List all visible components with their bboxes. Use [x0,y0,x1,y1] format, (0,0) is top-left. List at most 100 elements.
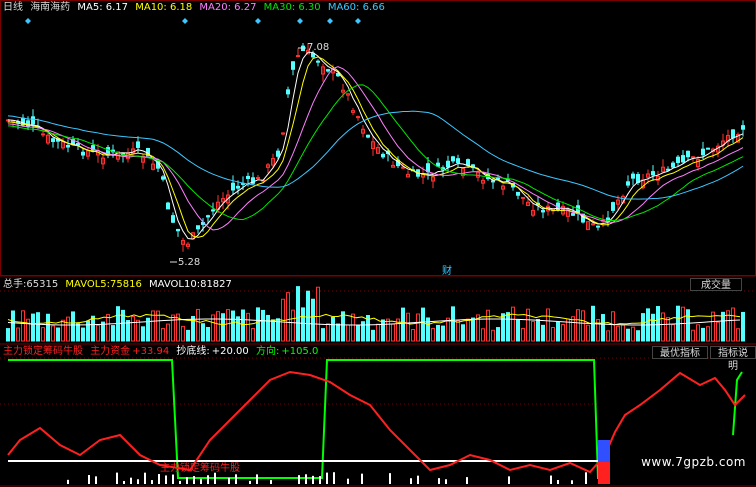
candle-body [676,156,680,163]
signal-stick [571,480,573,484]
funds-line [7,370,746,474]
candle-body [366,134,370,138]
volume-bar [231,310,235,342]
indicator-help-button[interactable]: 指标说明 [710,346,756,372]
volume-bar [561,324,565,342]
ma20-line [7,66,744,231]
volume-bar [386,318,390,342]
signal-stick [333,472,335,484]
volume-bar [586,324,590,342]
volume-bar [251,328,255,342]
best-indicator-button[interactable]: 最优指标 [652,346,708,359]
signal-stick [508,476,510,484]
signal-stick [158,474,160,484]
signal-stick [326,472,328,484]
candle-body [631,173,635,179]
volume-bar [471,317,475,342]
candle-body [731,129,735,139]
candle-body [626,181,630,186]
volume-bar [651,313,655,342]
candle-body [496,177,500,180]
volume-bar [436,324,440,342]
volume-bar [581,310,585,342]
mavol10-value: 81827 [200,279,232,290]
volume-bar [296,286,300,342]
kline-chart[interactable] [0,0,756,487]
volume-bar [311,298,315,342]
volume-bar [466,318,470,342]
signal-stick [172,474,174,484]
volume-bar [411,329,415,342]
candle-body [51,138,55,142]
finance-marker[interactable]: 财 [442,262,452,277]
volume-bar [631,326,635,342]
volume-bar [546,308,550,342]
volume-bar [71,311,75,342]
volume-bar [181,325,185,342]
signal-stick [95,476,97,484]
volume-bar [266,314,270,342]
candle-body [296,55,300,58]
signal-stick [165,475,167,484]
signal-stick [557,479,559,484]
volume-indicator-button[interactable]: 成交量 [690,278,742,291]
candle-body [611,202,615,211]
signal-stick [123,480,125,484]
signal-stick [298,475,300,484]
candle-body [171,215,175,223]
signal-stick [249,480,251,484]
signal-stick [256,474,258,484]
candle-body [41,133,45,136]
volume-bar [306,290,310,342]
volume-bar [681,306,685,342]
volume-bar [246,312,250,342]
signal-stick [347,478,349,484]
signal-stick [312,475,314,484]
volume-bar [611,311,615,342]
volume-bar [301,307,305,342]
volume-bar [721,311,725,342]
volume-bar [376,323,380,342]
volume-bar [131,316,135,342]
volume-bar [61,319,65,342]
signal-stick [438,478,440,484]
volume-bar [656,306,660,342]
watermark: www.7gpzb.com [641,455,746,469]
volume-bar [576,309,580,342]
signal-diamond-icon [355,18,361,24]
signal-block [598,440,610,462]
volume-bar [636,330,640,342]
candle-body [246,175,250,180]
volume-bar [101,321,105,342]
signal-stick [88,475,90,484]
volume-bar [86,320,90,342]
volume-bar [551,327,555,342]
volume-bar [221,313,225,342]
volume-bar [521,327,525,342]
volume-bar [21,310,25,342]
indicator-title: 主力锁定筹码牛股 [3,346,83,357]
volume-bar [541,324,545,342]
indicator-header: 主力锁定筹码牛股 主力资金 +33.94 抄底线: +20.00 方向: +105.0 [3,346,322,358]
candle-body [316,60,320,63]
volume-bar [431,327,435,342]
ma30-line [7,84,744,221]
volume-bar [336,323,340,342]
candle-body [206,215,210,218]
signal-stick [67,479,69,484]
volume-bar [696,324,700,342]
volume-bar [736,328,740,342]
volume-bar [286,292,290,342]
candle-body [256,177,260,180]
volume-bar [516,319,520,342]
signal-diamond-icon [25,18,31,24]
volume-bar [166,323,170,342]
candle-body [211,209,215,212]
candle-body [446,160,450,168]
candle-body [326,69,330,72]
volume-bar [451,306,455,342]
candle-body [136,141,140,148]
volume-bar [421,307,425,342]
volume-bar [316,286,320,342]
volume-bar [446,317,450,342]
